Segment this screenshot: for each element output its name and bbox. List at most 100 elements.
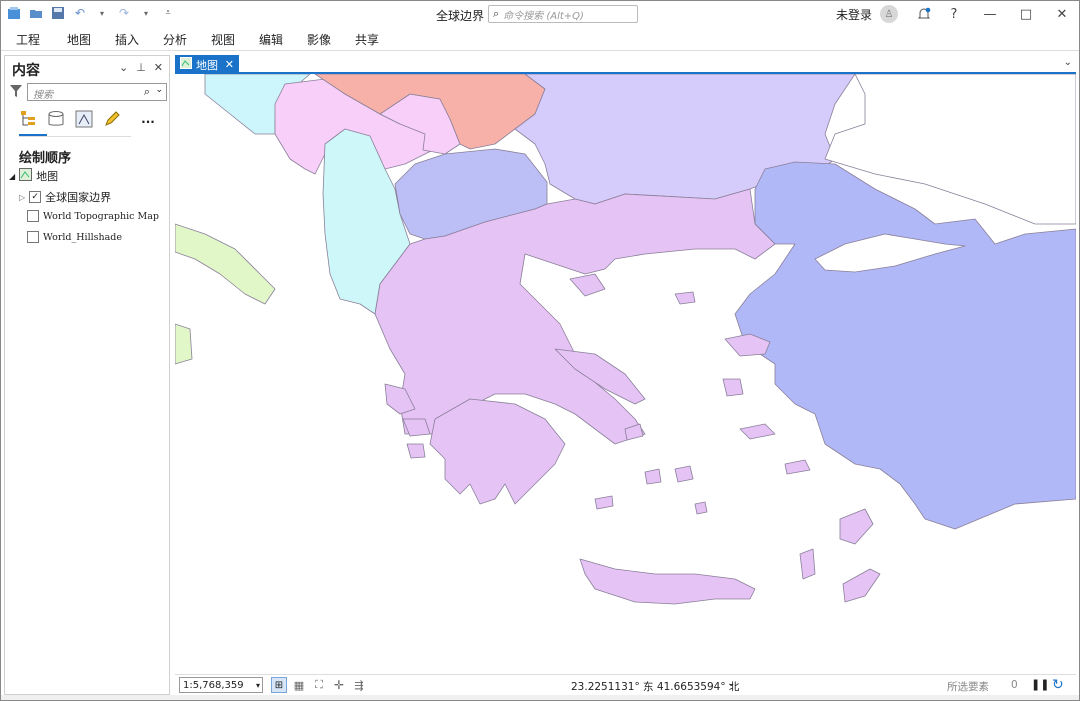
list-by-selection-icon[interactable] (75, 110, 93, 128)
map-view[interactable] (175, 74, 1076, 674)
island-limnos[interactable] (569, 273, 606, 297)
island-zakynthos[interactable] (406, 443, 426, 459)
pane-close-icon[interactable]: ✕ (154, 61, 163, 74)
contents-search-input[interactable]: 搜索 ⌕ ⌄ (27, 83, 167, 101)
island-cyprus[interactable] (842, 568, 881, 603)
layer-row[interactable]: World_Hillshade (27, 231, 122, 243)
divider (19, 136, 131, 137)
expand-caret-icon[interactable]: ▷ (19, 193, 25, 202)
navigator-icon[interactable]: ⇶ (351, 677, 367, 693)
chevron-down-icon[interactable]: ⌄ (155, 85, 163, 95)
pane-options-dropdown-icon[interactable]: ⌄ (119, 61, 128, 74)
contents-search-placeholder: 搜索 (33, 90, 53, 101)
layer-visibility-checkbox[interactable]: ✓ (29, 191, 42, 203)
pane-controls: ⌄ ⊥ ✕ (119, 61, 163, 74)
map-node[interactable]: ◢ 地图 (9, 168, 58, 184)
island-milos[interactable] (594, 495, 614, 510)
command-search-placeholder: 命令搜索 (Alt+Q) (503, 10, 584, 22)
tab-map-view[interactable]: 地图 ✕ (175, 55, 239, 74)
new-project-icon[interactable] (6, 5, 22, 21)
close-button[interactable]: ✕ (1044, 0, 1080, 28)
command-search-box[interactable]: ⌕ 命令搜索 (Alt+Q) (488, 5, 638, 23)
redo-icon[interactable]: ↷ (116, 5, 132, 21)
map-canvas[interactable] (175, 74, 1076, 674)
island-chios[interactable] (722, 378, 744, 397)
chevron-down-icon[interactable]: ⌄ (1064, 57, 1072, 68)
collapse-caret-icon[interactable]: ◢ (9, 172, 15, 181)
island-karpathos[interactable] (799, 548, 816, 580)
layer-visibility-checkbox[interactable] (27, 231, 39, 243)
undo-dropdown-icon[interactable]: ▾ (94, 5, 110, 21)
title-bar: ↶ ▾ ↷ ▾ ⩡ 全球边界 ⌕ 命令搜索 (Alt+Q) 未登录 ♙ ? — … (0, 0, 1080, 28)
island-paros[interactable] (644, 468, 662, 485)
pin-icon[interactable]: ⊥ (136, 61, 146, 74)
refresh-icon[interactable]: ↻ (1052, 677, 1064, 693)
customize-toolbar-icon[interactable]: ⩡ (160, 5, 176, 21)
chevron-down-icon[interactable]: ▾ (256, 681, 260, 690)
tab-map[interactable]: 地图 (67, 31, 91, 48)
country-italy[interactable] (175, 223, 276, 305)
island-samos[interactable] (739, 423, 776, 440)
island-naxos[interactable] (674, 465, 694, 483)
tab-project[interactable]: 工程 (16, 31, 40, 48)
grid-icon[interactable]: ⊞ (271, 677, 287, 693)
window-title: 全球边界 (436, 9, 485, 23)
pause-drawing-icon[interactable]: ❚❚ (1031, 678, 1049, 691)
layer-name: World_Hillshade (43, 231, 123, 243)
status-toolbar: ⊞ ▦ ⛶ ✛ ⇶ (271, 677, 367, 693)
minimize-button[interactable]: — (972, 0, 1008, 28)
save-project-icon[interactable] (50, 5, 66, 21)
table-grid-icon[interactable]: ▦ (291, 677, 307, 693)
island-santorini[interactable] (694, 501, 708, 515)
region-peloponnese[interactable] (429, 398, 566, 505)
island-kos[interactable] (784, 459, 811, 475)
list-by-data-source-icon[interactable] (47, 110, 65, 128)
map-status-bar: 1:5,768,359 ▾ ⊞ ▦ ⛶ ✛ ⇶ 23.2251131° 东 41… (175, 674, 1076, 696)
contents-pane-title: 内容 (12, 63, 40, 79)
notifications-button[interactable] (912, 0, 936, 28)
country-italy-south[interactable] (175, 323, 193, 365)
layer-row[interactable]: ▷ ✓ 全球国家边界 (19, 189, 111, 205)
map-icon (19, 168, 33, 184)
map-icon (180, 57, 192, 72)
list-by-editing-icon[interactable] (103, 110, 121, 128)
crosshair-icon[interactable]: ✛ (331, 677, 347, 693)
layer-visibility-checkbox[interactable] (27, 210, 39, 222)
tab-analysis[interactable]: 分析 (163, 31, 187, 48)
help-button[interactable]: ? (936, 0, 972, 28)
tab-imagery[interactable]: 影像 (307, 31, 331, 48)
bell-icon (917, 7, 931, 19)
list-by-drawing-order-icon[interactable] (19, 110, 37, 128)
open-project-icon[interactable] (28, 5, 44, 21)
chevron-down-icon[interactable]: ⌄ (727, 678, 735, 689)
tab-share[interactable]: 共享 (355, 31, 379, 48)
snapping-icon[interactable]: ⛶ (311, 677, 327, 693)
island-rhodes[interactable] (839, 508, 874, 545)
more-options-icon[interactable]: ... (139, 110, 157, 128)
avatar[interactable]: ♙ (880, 5, 898, 23)
layer-row[interactable]: World Topographic Map (27, 210, 159, 222)
selected-features-count: 0 (1011, 679, 1018, 691)
map-node-label: 地图 (36, 170, 59, 183)
tab-view[interactable]: 视图 (211, 31, 235, 48)
sign-in-label[interactable]: 未登录 (836, 6, 872, 23)
drawing-order-heading: 绘制顺序 (19, 151, 72, 166)
maximize-button[interactable]: □ (1008, 0, 1044, 28)
redo-dropdown-icon[interactable]: ▾ (138, 5, 154, 21)
ribbon-tabs: 工程 地图 插入 分析 视图 编辑 影像 共享 (0, 28, 1080, 51)
tab-insert[interactable]: 插入 (115, 31, 139, 48)
quick-access-toolbar: ↶ ▾ ↷ ▾ ⩡ (6, 5, 176, 21)
view-tab-bar: 地图 ✕ ⌄ (175, 55, 1076, 74)
scale-selector[interactable]: 1:5,768,359 ▾ (179, 677, 263, 693)
selected-features-label[interactable]: 所选要素 (947, 679, 989, 694)
close-icon[interactable]: ✕ (225, 58, 234, 71)
layer-name: 全球国家边界 (45, 191, 112, 204)
window-right-controls: 未登录 ♙ ? — □ ✕ (836, 0, 1080, 28)
scale-value: 1:5,768,359 (183, 679, 244, 691)
filter-icon[interactable] (10, 84, 22, 101)
undo-icon[interactable]: ↶ (72, 5, 88, 21)
layer-name: World Topographic Map (43, 210, 159, 222)
tab-edit[interactable]: 编辑 (259, 31, 283, 48)
island-thasos[interactable] (674, 291, 696, 305)
island-crete[interactable] (579, 558, 756, 605)
